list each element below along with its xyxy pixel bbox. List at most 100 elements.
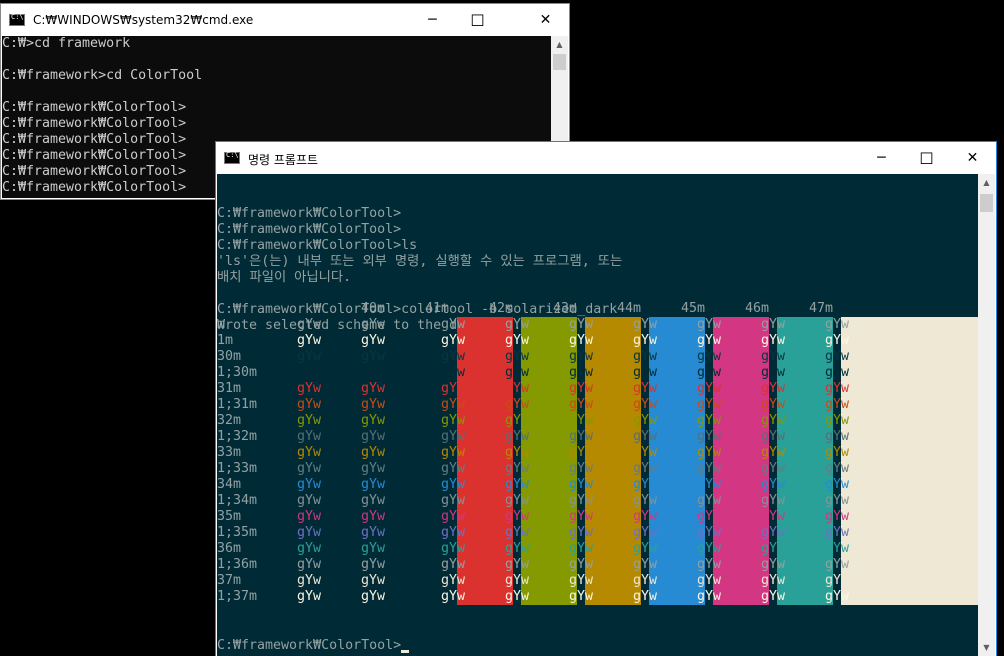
window-title: 명령 프롬프트 [248,153,319,167]
color-sample: gYw [633,509,658,524]
color-sample: gYw [441,365,466,380]
color-sample: gYw [697,413,722,428]
color-sample: gYw [633,589,658,604]
color-sample: gYw [761,317,786,332]
color-sample: gYw [297,397,322,412]
scroll-up-icon[interactable]: ▲ [978,174,995,191]
color-sample: gYw [361,461,386,476]
fg-row-label: 1;34m [217,493,258,508]
color-sample: gYw [441,429,466,444]
color-sample: gYw [697,541,722,556]
color-sample: gYw [697,429,722,444]
color-sample: gYw [697,461,722,476]
fg-row-label: 32m [217,413,242,428]
color-sample: gYw [505,557,530,572]
color-sample: gYw [297,557,322,572]
color-sample: gYw [505,493,530,508]
color-sample: gYw [825,477,850,492]
color-sample: gYw [505,589,530,604]
color-sample: gYw [297,349,322,364]
color-sample: gYw [761,397,786,412]
title-bar[interactable]: 명령 프롬프트 ─ ☐ ✕ [216,142,996,174]
color-sample: gYw [825,429,850,444]
color-sample: gYw [297,445,322,460]
color-sample: gYw [825,589,850,604]
scroll-thumb[interactable] [553,54,566,70]
bg-header-label: 43m [553,301,578,316]
color-sample: gYw [697,445,722,460]
color-sample: gYw [297,525,322,540]
color-sample: gYw [361,509,386,524]
color-sample: gYw [361,317,386,332]
title-bar[interactable]: C:₩WINDOWS₩system32₩cmd.exe ─ ☐ ✕ [1,4,569,36]
console-output[interactable]: C:₩framework₩ColorTool> C:₩framework₩Colo… [217,174,978,656]
color-sample: gYw [633,397,658,412]
maximize-button[interactable]: ☐ [904,142,949,174]
fg-row-label: 30m [217,349,242,364]
window-title: C:₩WINDOWS₩system32₩cmd.exe [33,13,254,27]
bg-header-label: 44m [617,301,642,316]
command-prompt-window[interactable]: 명령 프롬프트 ─ ☐ ✕ C:₩framework₩ColorTool>C:₩… [215,141,997,656]
color-sample: gYw [505,525,530,540]
color-sample: gYw [761,365,786,380]
minimize-button[interactable]: ─ [859,142,904,174]
maximize-button[interactable]: ☐ [455,4,500,36]
color-sample: gYw [441,525,466,540]
color-sample: gYw [761,557,786,572]
color-sample: gYw [633,349,658,364]
color-sample: gYw [633,317,658,332]
color-sample: gYw [569,509,594,524]
color-sample: gYw [825,557,850,572]
close-button[interactable]: ✕ [950,142,995,174]
color-sample: gYw [361,413,386,428]
color-sample: gYw [569,317,594,332]
console-line: C:₩framework₩ColorTool> [217,222,402,237]
color-sample: gYw [297,317,322,332]
color-sample: gYw [505,477,530,492]
color-sample: gYw [697,493,722,508]
color-sample: gYw [441,381,466,396]
fg-row-label: 1;36m [217,557,258,572]
color-sample: gYw [761,525,786,540]
color-sample: gYw [825,333,850,348]
color-sample: gYw [505,397,530,412]
color-sample: gYw [633,333,658,348]
color-sample: gYw [569,429,594,444]
color-sample: gYw [361,525,386,540]
color-sample: gYw [441,333,466,348]
color-sample: gYw [569,541,594,556]
console-line: C:₩framework₩ColorTool>ls [217,238,418,253]
color-sample: gYw [569,493,594,508]
color-sample: gYw [761,493,786,508]
fg-row-label: 1;37m [217,589,258,604]
bg-color-column [841,317,978,605]
color-sample: gYw [761,413,786,428]
color-sample: gYw [505,509,530,524]
scroll-thumb[interactable] [980,194,993,212]
color-sample: gYw [505,317,530,332]
color-sample: gYw [569,381,594,396]
fg-row-label: 1;30m [217,365,258,380]
color-sample: gYw [361,429,386,444]
prompt-line[interactable]: C:₩framework₩ColorTool> [217,638,410,654]
vertical-scrollbar[interactable]: ▲ ▼ [978,174,995,656]
color-sample: gYw [297,589,322,604]
color-sample: gYw [569,573,594,588]
color-sample: gYw [505,333,530,348]
scroll-down-icon[interactable]: ▼ [978,639,995,656]
color-sample: gYw [297,477,322,492]
close-button[interactable]: ✕ [523,4,568,36]
minimize-button[interactable]: ─ [410,4,455,36]
color-sample: gYw [633,429,658,444]
color-sample: gYw [505,349,530,364]
color-sample: gYw [825,317,850,332]
color-sample: gYw [297,461,322,476]
console-line: C:₩framework>cd ColorTool [2,68,203,83]
color-sample: gYw [761,349,786,364]
color-sample: gYw [505,541,530,556]
scroll-up-icon[interactable]: ▲ [551,36,568,53]
color-sample: gYw [825,541,850,556]
color-sample: gYw [633,461,658,476]
bg-header-label: 46m [745,301,770,316]
color-sample: gYw [505,413,530,428]
